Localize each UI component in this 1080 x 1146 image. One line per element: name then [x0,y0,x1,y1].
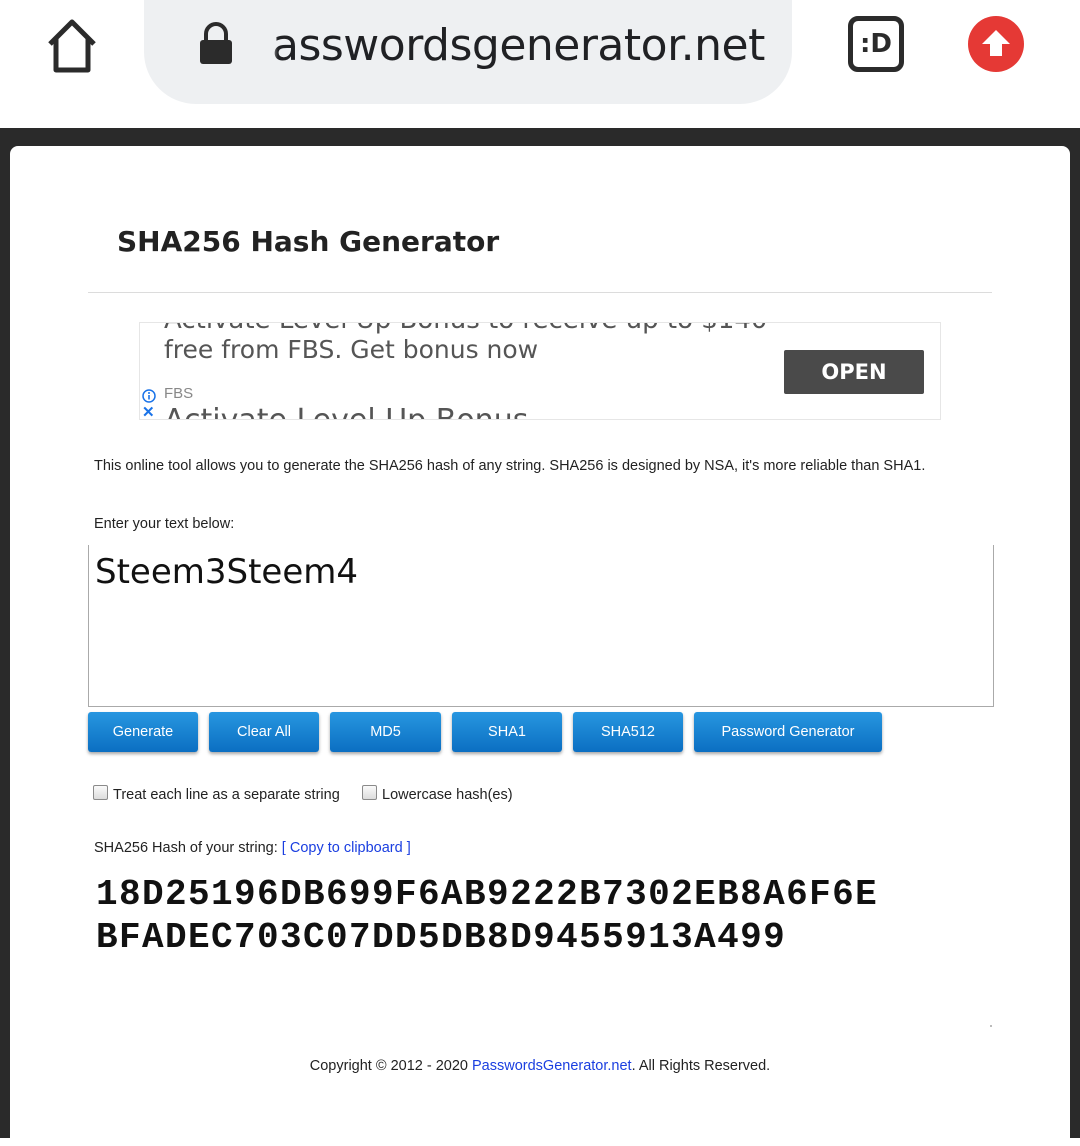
lowercase-option[interactable]: Lowercase hash(es) [362,784,513,806]
ad-headline: Activate Level Up Bonus to receive up to… [164,323,767,335]
ad-brand: FBS [164,385,194,402]
separate-lines-checkbox[interactable] [93,785,108,800]
tab-switcher-button[interactable]: :D [848,16,904,72]
footer-site-link[interactable]: PasswordsGenerator.net [472,1058,632,1074]
tool-description: This online tool allows you to generate … [94,458,926,474]
footer: Copyright © 2012 - 2020 PasswordsGenerat… [0,1054,1080,1078]
ad-banner[interactable]: Activate Level Up Bonus to receive up to… [139,322,941,420]
home-icon[interactable] [40,14,104,78]
sha1-button[interactable]: SHA1 [452,712,562,752]
result-label: SHA256 Hash of your string: [94,840,278,856]
info-icon[interactable] [142,389,156,403]
hash-line-2: BFADEC703C07DD5DB8D9455913A499 [96,917,787,958]
hash-output: 18D25196DB699F6AB9222B7302EB8A6F6E BFADE… [96,873,996,959]
input-label: Enter your text below: [94,516,235,532]
divider [88,292,992,293]
footer-copyright: Copyright © 2012 - 2020 [309,1058,472,1074]
sha512-button[interactable]: SHA512 [573,712,683,752]
result-label-row: SHA256 Hash of your string: [ Copy to cl… [94,836,411,860]
arrow-up-icon [982,30,1010,56]
lowercase-checkbox[interactable] [362,785,377,800]
ad-tagline: Activate Level Up Bonus [164,403,528,419]
upload-button[interactable] [968,16,1024,72]
close-icon[interactable]: ✕ [142,403,155,419]
text-input[interactable]: Steem3Steem4 [88,545,994,707]
url-text: asswordsgenerator.net [272,20,765,71]
ad-open-button[interactable]: OPEN [784,350,924,394]
ad-subline: free from FBS. Get bonus now [164,335,539,364]
separate-lines-option[interactable]: Treat each line as a separate string [93,784,340,806]
clear-all-button[interactable]: Clear All [209,712,319,752]
lock-icon [196,22,236,66]
password-generator-button[interactable]: Password Generator [694,712,882,752]
footer-rights: . All Rights Reserved. [631,1058,771,1074]
separate-lines-label: Treat each line as a separate string [113,787,340,803]
hash-line-1: 18D25196DB699F6AB9222B7302EB8A6F6E [96,874,879,915]
page-title: SHA256 Hash Generator [117,225,500,258]
lowercase-label: Lowercase hash(es) [382,787,513,803]
browser-toolbar: asswordsgenerator.net :D [0,0,1080,128]
copy-to-clipboard-link[interactable]: [ Copy to clipboard ] [282,840,411,856]
generate-button[interactable]: Generate [88,712,198,752]
address-bar[interactable]: asswordsgenerator.net [144,0,792,104]
md5-button[interactable]: MD5 [330,712,441,752]
